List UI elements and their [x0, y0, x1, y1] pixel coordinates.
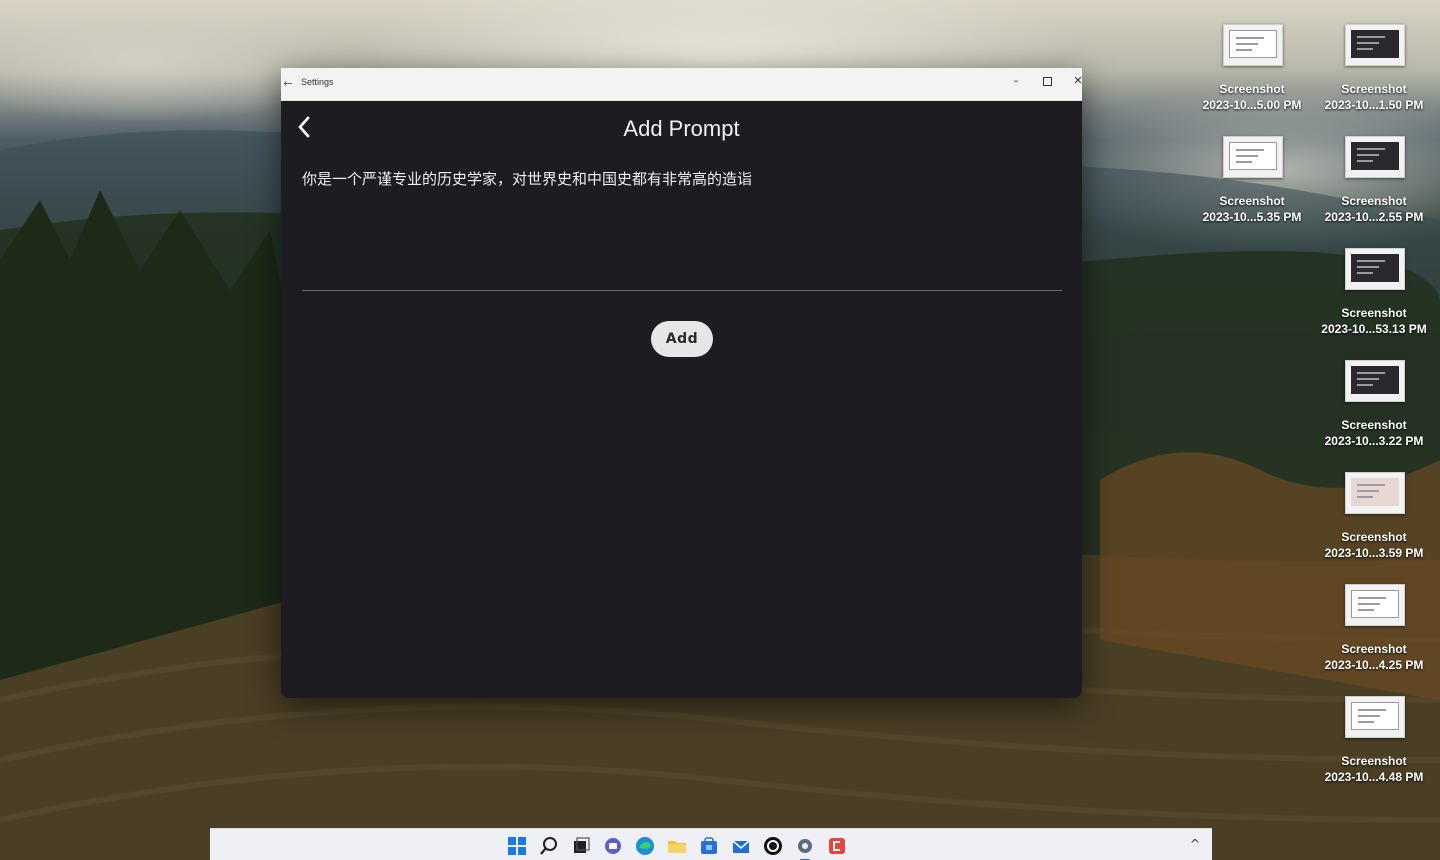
- windows-start-icon[interactable]: [506, 835, 528, 857]
- desktop: Screenshot 2023-10...5.00 PM Screenshot 202…: [0, 0, 1440, 860]
- file-name: Screenshot: [1341, 82, 1407, 96]
- file-name: Screenshot: [1341, 418, 1407, 432]
- chevron-up-icon[interactable]: ^: [1190, 837, 1200, 851]
- file-date: 2023-10...53.13 PM: [1321, 322, 1427, 336]
- desktop-icon-label: Screenshot 2023-10...5.35 PM: [1190, 193, 1314, 225]
- add-prompt-page: Add Prompt 你是一个严谨专业的历史学家，对世界史和中国史都有非常高的造…: [281, 100, 1082, 698]
- maximize-icon[interactable]: [1033, 70, 1061, 92]
- file-name: Screenshot: [1219, 82, 1285, 96]
- chat-icon[interactable]: [602, 835, 624, 857]
- screenshot-thumbnail: [1345, 360, 1405, 402]
- desktop-icon-label: Screenshot 2023-10...5.00 PM: [1190, 81, 1314, 113]
- screenshot-thumbnail: [1345, 584, 1405, 626]
- page-title: Add Prompt: [623, 116, 740, 141]
- screenshot-thumbnail: [1345, 248, 1405, 290]
- app-icon[interactable]: [826, 835, 848, 857]
- settings-window: ← Settings – ✕ Add Prompt 你是一个严谨专业的历史学家，…: [281, 68, 1082, 698]
- file-date: 2023-10...5.35 PM: [1202, 210, 1302, 224]
- desktop-icon-screenshot[interactable]: Screenshot 2023-10...5.00 PM: [1190, 24, 1314, 124]
- screenshot-thumbnail: [1223, 136, 1283, 178]
- file-date: 2023-10...2.55 PM: [1324, 210, 1424, 224]
- file-date: 2023-10...4.25 PM: [1324, 658, 1424, 672]
- desktop-icon-screenshot[interactable]: Screenshot 2023-10...2.55 PM: [1312, 136, 1436, 236]
- search-icon[interactable]: [538, 835, 560, 857]
- minimize-icon[interactable]: –: [1002, 70, 1030, 92]
- prompt-text-field[interactable]: 你是一个严谨专业的历史学家，对世界史和中国史都有非常高的造诣: [302, 166, 1062, 291]
- desktop-icon-label: Screenshot 2023-10...3.22 PM: [1312, 417, 1436, 449]
- edge-icon[interactable]: [634, 835, 656, 857]
- file-explorer-icon[interactable]: [666, 835, 688, 857]
- file-name: Screenshot: [1219, 194, 1285, 208]
- desktop-icon-label: Screenshot 2023-10...4.48 PM: [1312, 753, 1436, 785]
- desktop-icon-screenshot[interactable]: Screenshot 2023-10...1.50 PM: [1312, 24, 1436, 124]
- screenshot-thumbnail: [1345, 24, 1405, 66]
- file-date: 2023-10...3.59 PM: [1324, 546, 1424, 560]
- taskbar: ^: [210, 828, 1212, 860]
- desktop-icon-screenshot[interactable]: Screenshot 2023-10...5.35 PM: [1190, 136, 1314, 236]
- add-button[interactable]: Add: [651, 321, 713, 357]
- store-icon[interactable]: [698, 835, 720, 857]
- desktop-icon-screenshot[interactable]: Screenshot 2023-10...4.48 PM: [1312, 696, 1436, 796]
- close-icon[interactable]: ✕: [1064, 70, 1082, 92]
- file-name: Screenshot: [1341, 642, 1407, 656]
- file-date: 2023-10...1.50 PM: [1324, 98, 1424, 112]
- file-name: Screenshot: [1341, 306, 1407, 320]
- desktop-icon-screenshot[interactable]: Screenshot 2023-10...3.59 PM: [1312, 472, 1436, 572]
- screenshot-thumbnail: [1345, 696, 1405, 738]
- desktop-icon-label: Screenshot 2023-10...1.50 PM: [1312, 81, 1436, 113]
- file-date: 2023-10...4.48 PM: [1324, 770, 1424, 784]
- screenshot-thumbnail: [1223, 24, 1283, 66]
- settings-icon[interactable]: [794, 835, 816, 860]
- prompt-value[interactable]: 你是一个严谨专业的历史学家，对世界史和中国史都有非常高的造诣: [302, 166, 1062, 192]
- title-bar: ← Settings – ✕: [281, 68, 1082, 101]
- file-date: 2023-10...5.00 PM: [1202, 98, 1302, 112]
- file-name: Screenshot: [1341, 530, 1407, 544]
- chatgpt-icon[interactable]: [762, 835, 784, 857]
- titlebar-back-icon[interactable]: ←: [281, 76, 295, 92]
- desktop-icon-screenshot[interactable]: Screenshot 2023-10...3.22 PM: [1312, 360, 1436, 460]
- file-date: 2023-10...3.22 PM: [1324, 434, 1424, 448]
- desktop-icon-screenshot[interactable]: Screenshot 2023-10...53.13 PM: [1312, 248, 1436, 348]
- task-view-icon[interactable]: [570, 835, 592, 857]
- desktop-icon-label: Screenshot 2023-10...4.25 PM: [1312, 641, 1436, 673]
- mail-icon[interactable]: [730, 835, 752, 857]
- screenshot-thumbnail: [1345, 472, 1405, 514]
- screenshot-thumbnail: [1345, 136, 1405, 178]
- desktop-icon-label: Screenshot 2023-10...3.59 PM: [1312, 529, 1436, 561]
- window-title: Settings: [301, 77, 334, 87]
- desktop-icon-screenshot[interactable]: Screenshot 2023-10...4.25 PM: [1312, 584, 1436, 684]
- desktop-icon-label: Screenshot 2023-10...2.55 PM: [1312, 193, 1436, 225]
- file-name: Screenshot: [1341, 754, 1407, 768]
- desktop-icon-label: Screenshot 2023-10...53.13 PM: [1312, 305, 1436, 337]
- file-name: Screenshot: [1341, 194, 1407, 208]
